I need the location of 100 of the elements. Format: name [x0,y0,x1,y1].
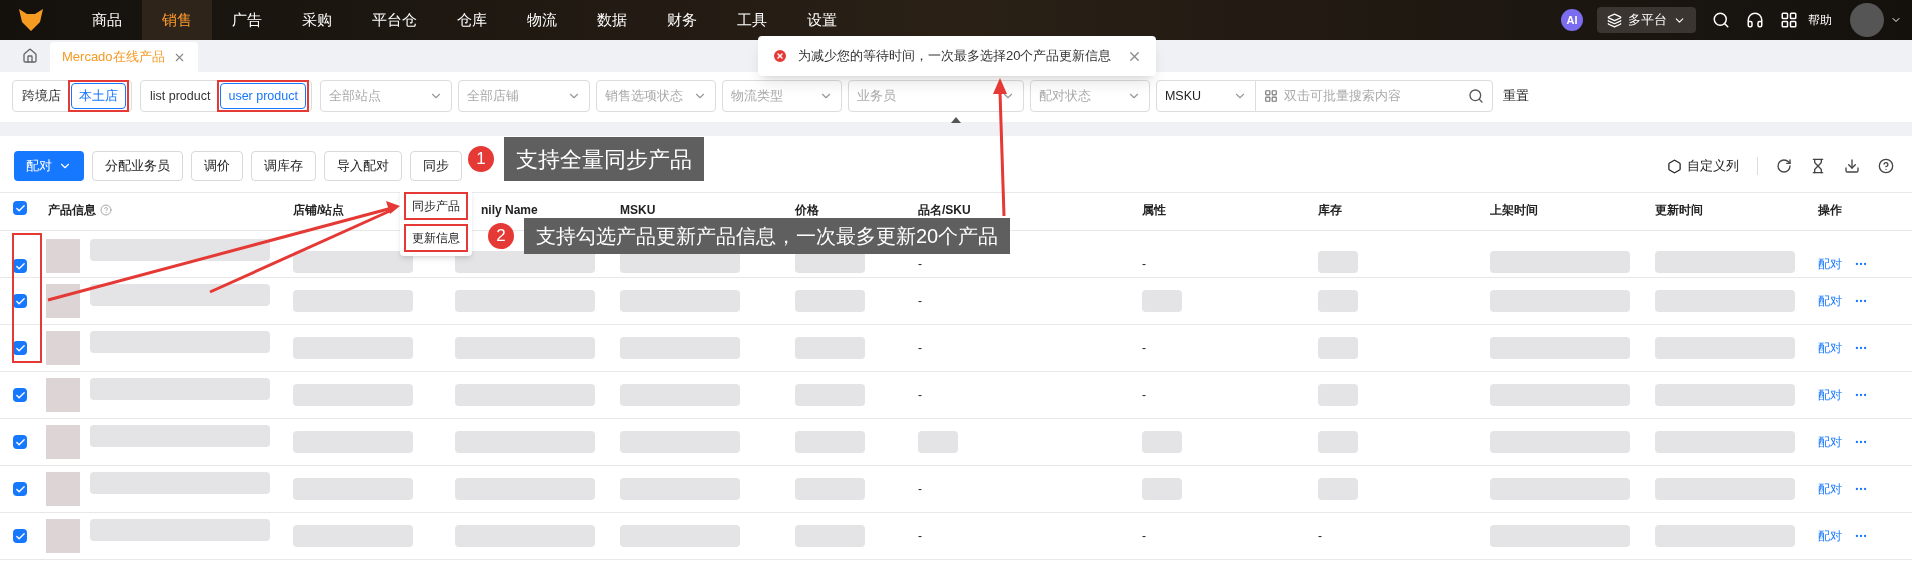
nav-item[interactable]: 数据 [577,0,647,40]
row-checkbox[interactable] [13,482,27,496]
search-icon [1467,88,1484,104]
pair-link[interactable]: 配对 [1818,339,1842,357]
blurred-text [795,290,865,312]
column-header: 价格 [795,202,819,219]
layers-icon [1607,12,1622,28]
hexagon-gear-icon [1667,158,1682,174]
table-cell: - [918,257,922,271]
table-cell: - [918,388,922,402]
ai-badge[interactable]: AI [1561,9,1583,31]
platform-dropdown[interactable]: 多平台 [1597,7,1696,33]
pair-link[interactable]: 配对 [1818,527,1842,545]
pair-link[interactable]: 配对 [1818,255,1842,273]
help-link[interactable]: 帮助 [1808,11,1832,29]
annotation-tooltip: 支持全量同步产品 [504,137,704,181]
column-header: 产品信息 [48,202,96,219]
blurred-text [1318,290,1358,312]
table-cell: - [918,341,922,355]
refresh-icon[interactable] [1776,158,1792,174]
nav-item[interactable]: 工具 [717,0,787,40]
blurred-text [795,337,865,359]
nav-item[interactable]: 设置 [787,0,857,40]
toolbar-button[interactable]: 调价 [191,151,243,181]
search-icon[interactable] [1712,11,1730,29]
column-header: MSKU [620,202,656,219]
help-icon[interactable] [1878,158,1894,174]
blurred-text [1142,290,1182,312]
blurred-text [795,525,865,547]
photo-placeholder [46,519,80,553]
nav-item[interactable]: 商品 [72,0,142,40]
toast-text: 为减少您的等待时间，一次最多选择20个产品更新信息 [798,47,1112,66]
segment-option[interactable]: 本土店 [71,83,126,109]
photo-placeholder [46,425,80,459]
menu-item[interactable]: 同步产品 [404,192,468,220]
table-cell: - [1142,388,1146,402]
blurred-text [795,431,865,453]
blurred-text [1318,431,1358,453]
toolbar-button[interactable]: 同步 [410,151,462,181]
table-cell: - [1142,257,1146,271]
row-checkbox[interactable] [13,388,27,402]
search-type-select[interactable]: MSKU [1155,80,1256,112]
collapse-arrow-icon[interactable] [950,116,962,124]
nav-item[interactable]: 采购 [282,0,352,40]
row-checkbox[interactable] [13,529,27,543]
blurred-text [1318,337,1358,359]
segment-option[interactable]: user product [220,83,306,109]
grid-icon [1263,89,1278,103]
toolbar-button[interactable]: 调库存 [251,151,316,181]
table-cell: - [1318,529,1322,543]
search-input[interactable]: 双击可批量搜索内容 [1283,86,1462,106]
segment-option[interactable]: 跨境店 [15,83,68,109]
headset-icon[interactable] [1746,11,1764,29]
blurred-text [1142,431,1182,453]
table-cell: - [1142,529,1146,543]
table-cell: - [1142,341,1146,355]
blurred-text [1318,251,1358,273]
nav-item[interactable]: 物流 [507,0,577,40]
blurred-text [1142,478,1182,500]
pair-link[interactable]: 配对 [1818,386,1842,404]
row-checkbox[interactable] [13,435,27,449]
photo-placeholder [46,472,80,506]
blurred-text [918,431,958,453]
table-cell: - [918,294,922,308]
error-icon [772,48,788,64]
select-all-checkbox[interactable] [13,201,27,215]
segment-option[interactable]: list product [143,83,218,109]
nav-item[interactable]: 广告 [212,0,282,40]
nav-item[interactable]: 仓库 [437,0,507,40]
apps-icon[interactable] [1780,11,1798,29]
nav-item[interactable]: 销售 [142,0,212,40]
pair-link[interactable]: 配对 [1818,292,1842,310]
photo-placeholder [46,284,80,318]
step-number-badge: 2 [488,223,514,249]
search-field[interactable]: 双击可批量搜索内容 [1254,80,1493,112]
pair-link[interactable]: 配对 [1818,480,1842,498]
pair-link[interactable]: 配对 [1818,433,1842,451]
menu-item[interactable]: 更新信息 [404,224,468,252]
column-header: 库存 [1318,202,1342,219]
download-icon[interactable] [1844,158,1860,174]
pair-button[interactable]: 配对 [14,151,84,181]
column-header: 操作 [1818,202,1842,219]
avatar[interactable] [1850,3,1884,37]
nav-item[interactable]: 财务 [647,0,717,40]
annotation-tooltip: 支持勾选产品更新产品信息，一次最多更新20个产品 [524,218,1011,254]
hourglass-icon[interactable] [1810,158,1826,174]
photo-placeholder [46,239,80,273]
table-cell: - [918,482,922,496]
toolbar-button[interactable]: 分配业务员 [92,151,183,181]
toolbar-button[interactable]: 导入配对 [324,151,402,181]
table-cell: - [918,529,922,543]
column-header: nily Name [481,202,538,219]
column-header: 店铺/站点 [293,202,345,219]
custom-columns-button[interactable]: 自定义列 [1667,156,1739,176]
blurred-text [795,384,865,406]
nav-item[interactable]: 平台仓 [352,0,437,40]
reset-link[interactable]: 重置 [1502,86,1529,106]
fox-logo-icon[interactable] [18,8,44,32]
column-header: 属性 [1142,202,1166,219]
step-number-badge: 1 [468,146,494,172]
